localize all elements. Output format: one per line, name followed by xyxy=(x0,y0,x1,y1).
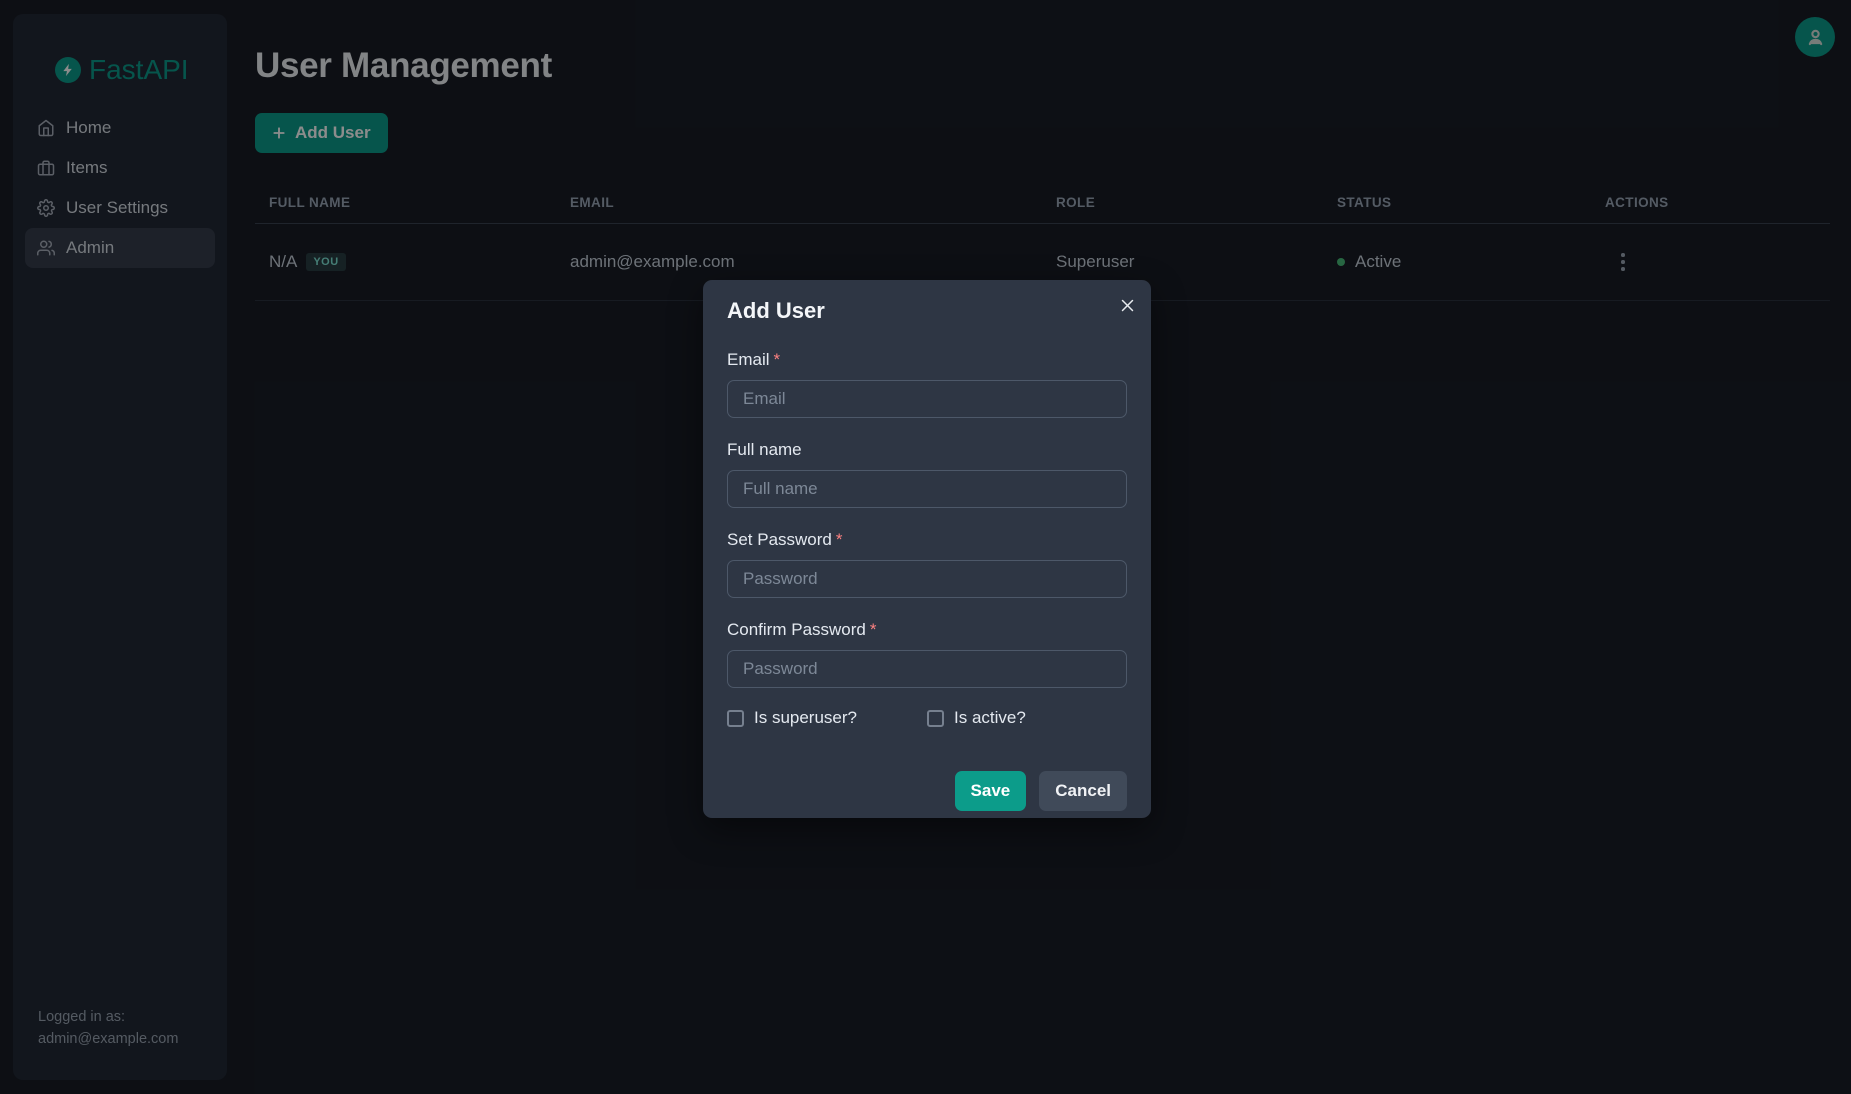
app-window: FastAPI Home Items User Settings xyxy=(0,0,1851,1094)
full-name-label: Full name xyxy=(727,440,1127,459)
email-field-group: Email* xyxy=(727,350,1127,418)
confirm-password-label: Confirm Password* xyxy=(727,620,1127,639)
email-input[interactable] xyxy=(727,380,1127,418)
confirm-password-input[interactable] xyxy=(727,650,1127,688)
set-password-field-group: Set Password* xyxy=(727,530,1127,598)
is-active-label: Is active? xyxy=(954,708,1026,728)
add-user-modal: Add User Email* Full name Set Password* … xyxy=(703,280,1151,818)
full-name-field-group: Full name xyxy=(727,440,1127,508)
required-indicator: * xyxy=(774,350,781,369)
confirm-password-field-group: Confirm Password* xyxy=(727,620,1127,688)
set-password-label: Set Password* xyxy=(727,530,1127,549)
email-label: Email* xyxy=(727,350,1127,369)
is-superuser-label: Is superuser? xyxy=(754,708,857,728)
is-active-checkbox[interactable]: Is active? xyxy=(927,708,1026,728)
is-superuser-checkbox[interactable]: Is superuser? xyxy=(727,708,927,728)
set-password-input[interactable] xyxy=(727,560,1127,598)
modal-footer: Save Cancel xyxy=(727,771,1127,811)
modal-title: Add User xyxy=(727,298,1127,324)
close-button[interactable] xyxy=(1116,294,1138,316)
cancel-button[interactable]: Cancel xyxy=(1039,771,1127,811)
required-indicator: * xyxy=(836,530,843,549)
save-button[interactable]: Save xyxy=(955,771,1027,811)
checkbox-icon xyxy=(927,710,944,727)
required-indicator: * xyxy=(870,620,877,639)
close-icon xyxy=(1120,298,1135,313)
checkbox-icon xyxy=(727,710,744,727)
full-name-input[interactable] xyxy=(727,470,1127,508)
checkbox-row: Is superuser? Is active? xyxy=(727,708,1127,728)
